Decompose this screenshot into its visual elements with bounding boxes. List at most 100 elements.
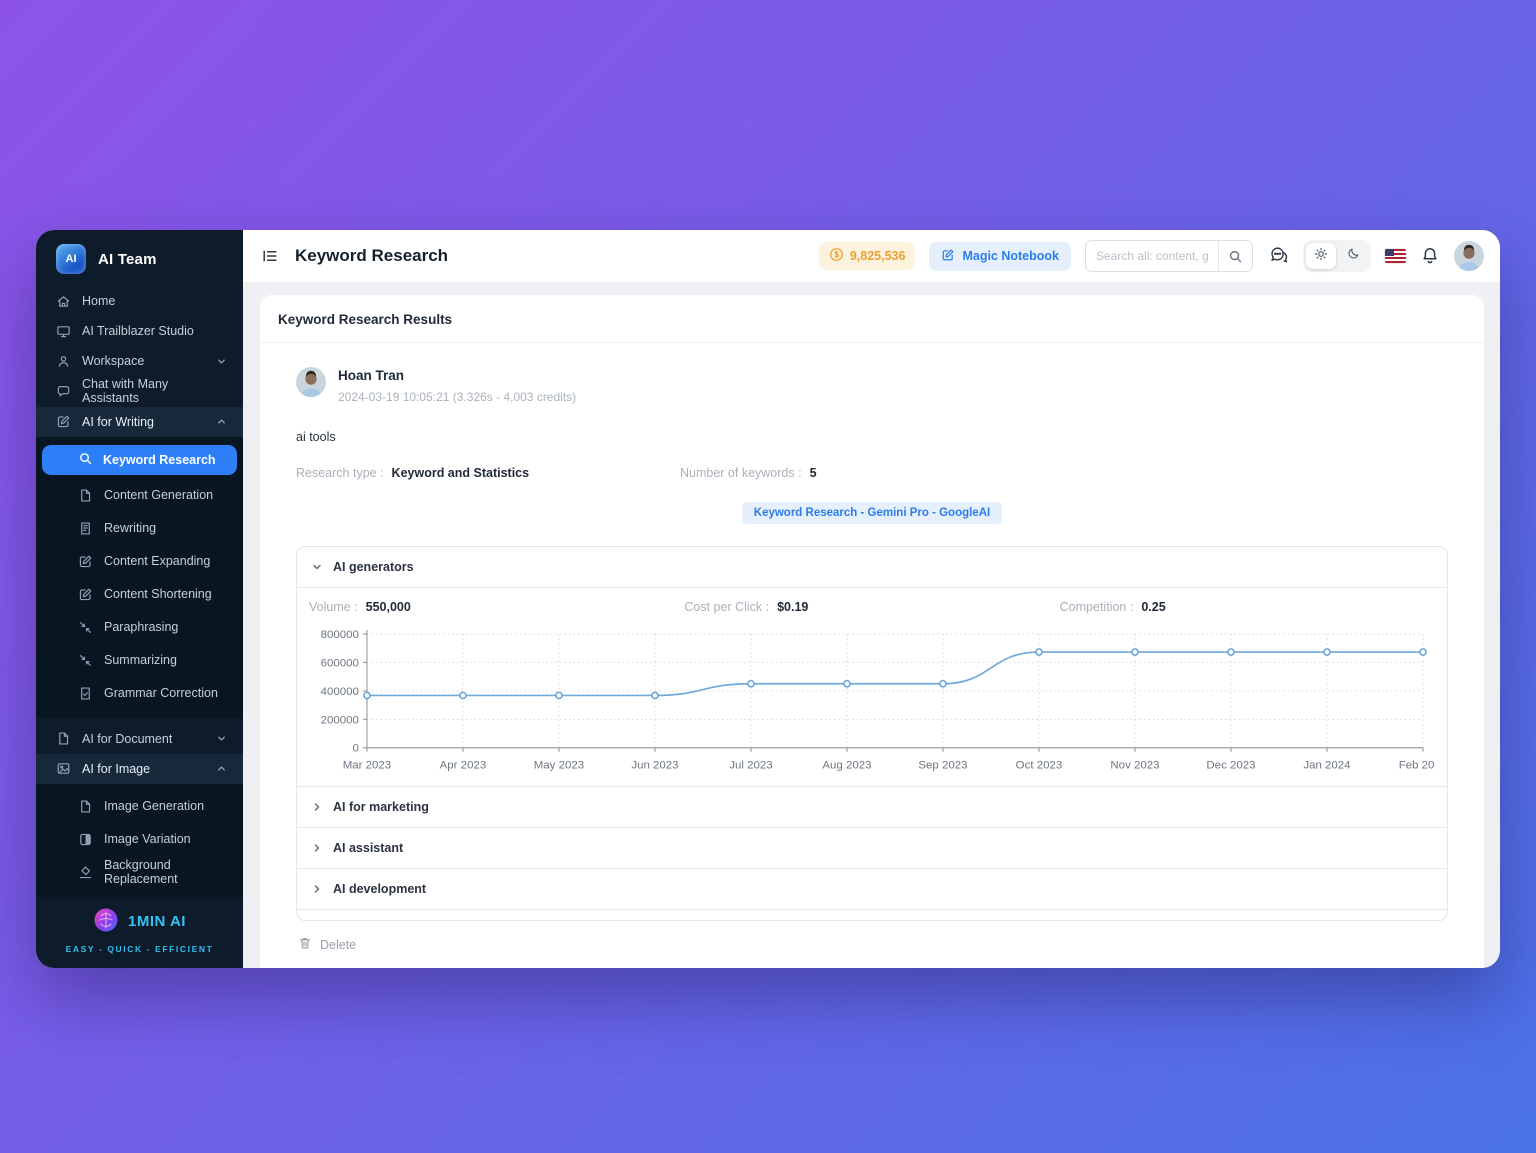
svg-text:May 2023: May 2023 [534, 760, 584, 772]
sidebar-item-summarizing[interactable]: Summarizing [36, 644, 243, 677]
search-submit-button[interactable] [1218, 241, 1252, 271]
sun-icon [1314, 247, 1328, 266]
sidebar-item-ai-for-image[interactable]: AI for Image [36, 754, 243, 784]
sidebar-item-keyword-research[interactable]: Keyword Research [42, 445, 237, 475]
chevron-up-icon [216, 416, 227, 427]
collapse-sidebar-icon[interactable] [261, 247, 279, 265]
result-timestamp: 2024-03-19 10:05:21 (3.326s - 4,003 cred… [338, 390, 576, 404]
svg-text:Jul 2023: Jul 2023 [729, 760, 772, 772]
competition-value: 0.25 [1141, 600, 1165, 614]
sidebar-item-content-expanding[interactable]: Content Expanding [36, 545, 243, 578]
search-icon [78, 451, 93, 469]
chevron-down-icon [216, 733, 227, 744]
edit-icon [941, 248, 955, 265]
svg-text:Mar 2023: Mar 2023 [343, 760, 391, 772]
cpc-label: Cost per Click : [684, 600, 769, 614]
chevron-down-icon [311, 561, 323, 573]
sidebar-item-trailblazer-studio[interactable]: AI Trailblazer Studio [36, 316, 243, 346]
sidebar-item-label: AI for Writing [82, 415, 154, 429]
svg-text:Jan 2024: Jan 2024 [1303, 760, 1351, 772]
half-shade-icon [78, 832, 93, 847]
sidebar-item-label: AI for Image [82, 762, 150, 776]
sidebar-item-background-replacement[interactable]: Background Replacement [36, 856, 243, 889]
delete-button[interactable]: Delete [296, 921, 1448, 968]
light-mode-button[interactable] [1306, 243, 1336, 269]
sidebar-item-ai-for-document[interactable]: AI for Document [36, 724, 243, 754]
accordion-item-ai-for-marketing[interactable]: AI for marketing [297, 787, 1447, 827]
compress-arrows-icon [78, 653, 93, 668]
svg-text:Nov 2023: Nov 2023 [1110, 760, 1159, 772]
document-edit-icon [78, 521, 93, 536]
chevron-right-icon [311, 801, 323, 813]
edit-icon [56, 414, 71, 429]
dark-mode-button[interactable] [1338, 243, 1368, 269]
image-submenu: Image Generation Image Variation Backgro… [36, 784, 243, 897]
page-title: Keyword Research [295, 246, 448, 266]
sidebar-item-ai-for-writing[interactable]: AI for Writing [36, 407, 243, 437]
meta-row: Research type : Keyword and Statistics N… [296, 466, 1448, 480]
sidebar-item-chat-assistants[interactable]: Chat with Many Assistants [36, 376, 243, 406]
app-logo-row[interactable]: AI AI Team [36, 230, 243, 286]
sidebar-item-content-shortening[interactable]: Content Shortening [36, 578, 243, 611]
monitor-icon [56, 324, 71, 339]
language-flag-us[interactable] [1385, 249, 1406, 263]
accordion-item-ai-assistant[interactable]: AI assistant [297, 828, 1447, 868]
sidebar-item-label: AI Trailblazer Studio [82, 324, 194, 338]
feedback-chat-icon[interactable] [1267, 245, 1289, 267]
notifications-bell-icon[interactable] [1420, 246, 1440, 266]
fill-tool-icon [78, 865, 93, 880]
coin-icon [829, 247, 844, 265]
trash-icon [298, 936, 312, 953]
sidebar-item-home[interactable]: Home [36, 286, 243, 316]
magic-notebook-button[interactable]: Magic Notebook [929, 242, 1071, 271]
sidebar-item-image-variation[interactable]: Image Variation [36, 823, 243, 856]
sidebar-item-workspace[interactable]: Workspace [36, 346, 243, 376]
sidebar-item-label: Content Shortening [104, 587, 212, 601]
user-avatar[interactable] [1454, 241, 1484, 271]
magic-notebook-label: Magic Notebook [962, 249, 1059, 263]
line-chart: 0200000400000600000800000Mar 2023Apr 202… [309, 624, 1435, 776]
sidebar-footer: 1MIN AI EASY - QUICK - EFFICIENT [36, 897, 243, 968]
keywords-accordion: AI generators Volume : 550,000 Cost per C… [296, 546, 1448, 921]
svg-text:Jun 2023: Jun 2023 [631, 760, 678, 772]
home-icon [56, 294, 71, 309]
sidebar-item-rewriting[interactable]: Rewriting [36, 512, 243, 545]
app-logo-icon: AI [56, 244, 86, 274]
sidebar-item-label: Image Generation [104, 799, 204, 813]
sidebar-item-label: Paraphrasing [104, 620, 178, 634]
accordion-label: AI assistant [333, 841, 403, 855]
volume-value: 550,000 [366, 600, 411, 614]
document-icon [78, 799, 93, 814]
moon-icon [1347, 247, 1360, 265]
edit-icon [78, 587, 93, 602]
accordion-item-ai-development[interactable]: AI development [297, 869, 1447, 909]
document-icon [56, 731, 71, 746]
svg-text:Apr 2023: Apr 2023 [440, 760, 487, 772]
svg-text:Sep 2023: Sep 2023 [918, 760, 967, 772]
sidebar-item-label: Content Generation [104, 488, 213, 502]
credits-badge[interactable]: 9,825,536 [819, 242, 916, 270]
document-check-icon [78, 686, 93, 701]
credits-count: 9,825,536 [850, 249, 906, 263]
volume-trend-chart: 0200000400000600000800000Mar 2023Apr 202… [309, 624, 1435, 776]
sidebar-item-image-generation[interactable]: Image Generation [36, 790, 243, 823]
accordion-item-ai-generators[interactable]: AI generators [297, 547, 1447, 587]
content-area: Keyword Research Results Hoan Tran 2024-… [243, 282, 1500, 968]
sidebar-item-content-generation[interactable]: Content Generation [36, 479, 243, 512]
sidebar-item-grammar-correction[interactable]: Grammar Correction [36, 677, 243, 710]
results-card-title: Keyword Research Results [260, 295, 1484, 343]
sidebar-item-label: AI for Document [82, 732, 172, 746]
sidebar-item-paraphrasing[interactable]: Paraphrasing [36, 611, 243, 644]
accordion-label: AI generators [333, 560, 414, 574]
model-badge[interactable]: Keyword Research - Gemini Pro - GoogleAI [742, 502, 1002, 524]
accordion-item-ai-tools-small-business[interactable]: AI tools for small business [297, 910, 1447, 921]
search-input[interactable] [1086, 249, 1218, 263]
sidebar-item-label: Keyword Research [103, 453, 216, 467]
theme-toggle [1303, 240, 1371, 272]
results-card: Keyword Research Results Hoan Tran 2024-… [260, 295, 1484, 968]
sidebar-item-label: Image Variation [104, 832, 191, 846]
chevron-up-icon [216, 763, 227, 774]
svg-text:0: 0 [353, 743, 359, 755]
svg-text:Oct 2023: Oct 2023 [1016, 760, 1063, 772]
volume-label: Volume : [309, 600, 358, 614]
